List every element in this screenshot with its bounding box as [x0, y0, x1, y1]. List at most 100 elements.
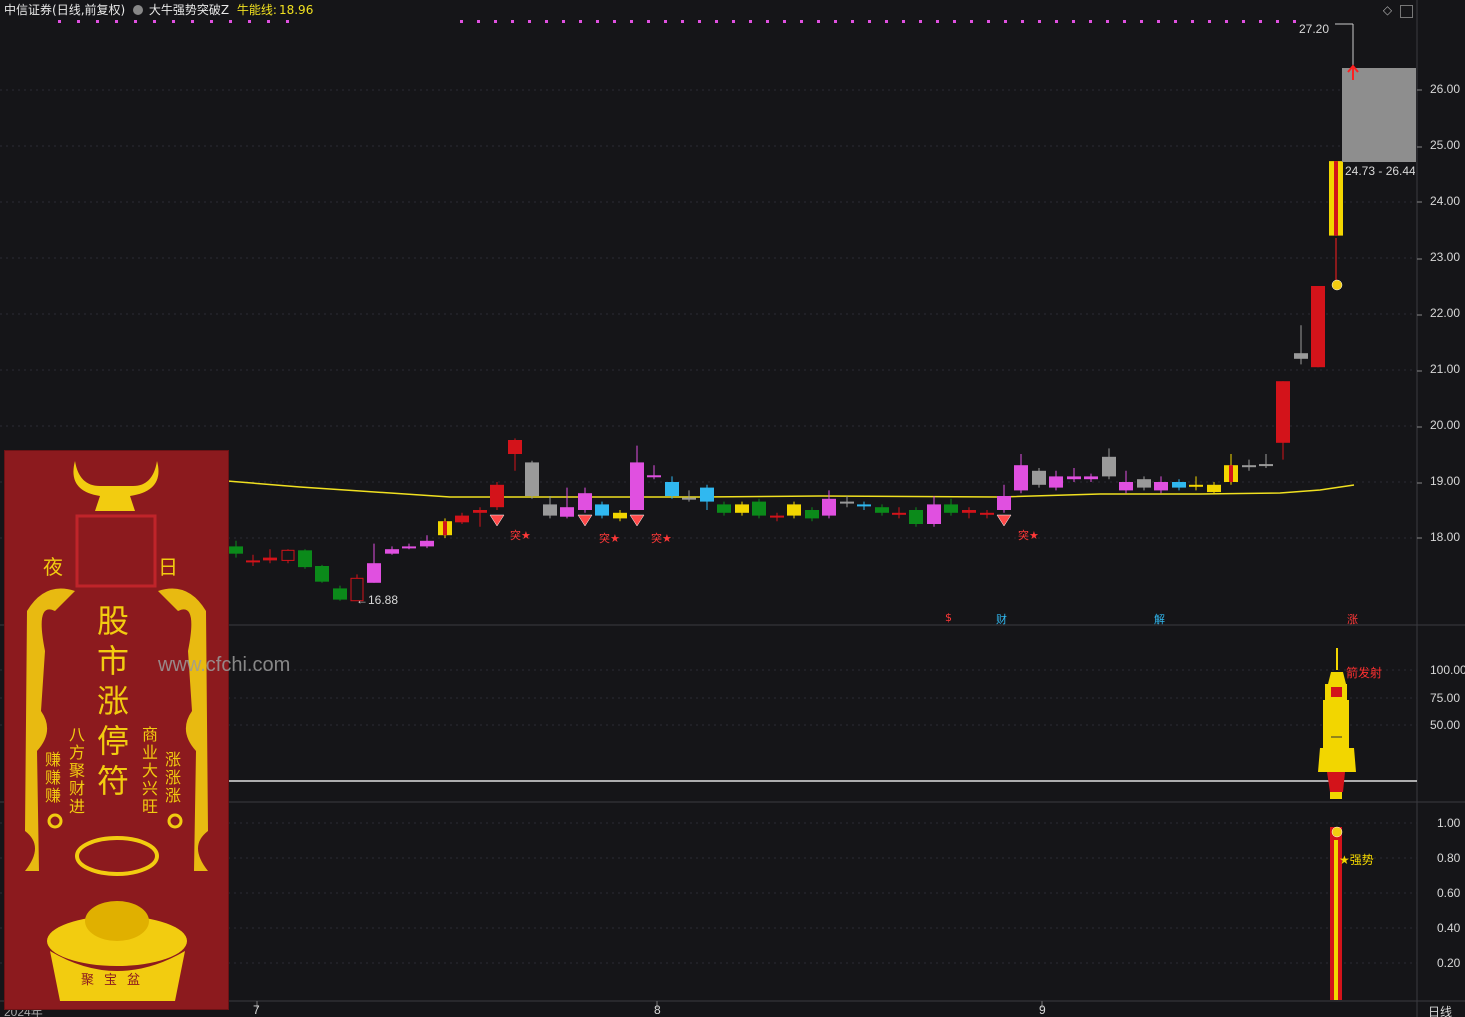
- strength-money-icon: [1331, 826, 1343, 838]
- candle-body: [1049, 476, 1063, 488]
- money-bag-icon: [1331, 279, 1343, 291]
- signal-dot: [1174, 20, 1177, 23]
- candle-body: [1259, 464, 1273, 467]
- candle-body: [263, 557, 277, 561]
- candle-body: [1311, 286, 1325, 368]
- watermark-text: www.cfchi.com: [158, 654, 291, 676]
- signal-dot: [267, 20, 270, 23]
- rocket-body: [1323, 700, 1349, 748]
- event-unlock[interactable]: 解: [1154, 611, 1165, 627]
- strength-tick-label: 0.80: [1437, 851, 1461, 865]
- rocket-nose: [1328, 672, 1346, 684]
- candle-body: [1242, 465, 1256, 468]
- signal-dot: [851, 20, 854, 23]
- candle-body: [1154, 482, 1168, 491]
- period-label[interactable]: (日线,前复权): [52, 3, 125, 17]
- signal-dot: [800, 20, 803, 23]
- candle-body: [315, 566, 329, 582]
- price-tick-label: 22.00: [1430, 306, 1461, 320]
- candle-body: [525, 462, 539, 496]
- signal-dot: [987, 20, 990, 23]
- candle-core: [1334, 161, 1338, 236]
- rocket-window: [1331, 687, 1342, 697]
- candle-body: [298, 550, 312, 568]
- signal-dot: [115, 20, 118, 23]
- indicator-name[interactable]: 大牛强势突破Z: [149, 3, 229, 17]
- candle-body: [997, 496, 1011, 510]
- event-dividend[interactable]: $: [945, 611, 952, 624]
- signal-dot: [664, 20, 667, 23]
- signal-dot: [545, 20, 548, 23]
- candle-body: [333, 588, 347, 600]
- breakout-label-3: 突★: [651, 532, 672, 545]
- price-tick-label: 25.00: [1430, 138, 1461, 152]
- rocket-tick-label: 75.00: [1430, 691, 1461, 705]
- signal-dot: [562, 20, 565, 23]
- candle-body: [560, 507, 574, 517]
- candle-body: [962, 510, 976, 513]
- header-bar: 中信证券(日线,前复权) 大牛强势突破Z 牛能线: 18.96: [0, 0, 1417, 20]
- signal-dot: [613, 20, 616, 23]
- signal-dot: [1293, 20, 1296, 23]
- candle-body: [1119, 482, 1133, 491]
- signal-dot: [902, 20, 905, 23]
- signal-dot: [919, 20, 922, 23]
- candle-body: [857, 504, 871, 507]
- signal-dot: [248, 20, 251, 23]
- signal-dot: [1157, 20, 1160, 23]
- candle-body: [1189, 484, 1203, 487]
- strong-label: ★强势: [1339, 853, 1374, 867]
- candle-body: [805, 510, 819, 519]
- price-tick-label: 19.00: [1430, 474, 1461, 488]
- event-finance[interactable]: 财: [996, 611, 1007, 627]
- candle-body: [473, 510, 487, 513]
- diamond-signal-icon: [577, 514, 593, 527]
- candle-body: [665, 482, 679, 496]
- target-zone: [1342, 68, 1416, 162]
- rocket-flame: [1327, 772, 1345, 792]
- signal-dot: [1276, 20, 1279, 23]
- signal-dot: [630, 20, 633, 23]
- signal-dot: [477, 20, 480, 23]
- signal-dot: [58, 20, 61, 23]
- ma-line-value: 18.96: [278, 3, 314, 17]
- candle-body: [1276, 381, 1290, 443]
- signal-dot: [1021, 20, 1024, 23]
- candle-body: [1294, 353, 1308, 359]
- candle-body: [909, 510, 923, 524]
- candle-body: [682, 497, 696, 500]
- lucky-charm-poster: 夜 日 股市涨停符 八方聚财进 赚赚赚 商业大兴旺 涨涨涨 聚宝盆: [4, 450, 229, 1010]
- rocket-tick-label: 50.00: [1430, 718, 1461, 732]
- signal-dot: [77, 20, 80, 23]
- poster-left-top: 夜: [43, 555, 63, 579]
- candle-body: [1137, 479, 1151, 488]
- indicator-toggle-icon[interactable]: [133, 5, 144, 15]
- period-switch[interactable]: 日线: [1428, 1003, 1452, 1017]
- security-name[interactable]: 中信证券: [4, 3, 52, 17]
- candle-body: [822, 498, 836, 516]
- signal-dot: [732, 20, 735, 23]
- price-tick-label: 18.00: [1430, 530, 1461, 544]
- candle-core: [1229, 465, 1233, 482]
- signal-dot: [1072, 20, 1075, 23]
- breakout-label-2: 突★: [599, 532, 620, 545]
- signal-dot: [172, 20, 175, 23]
- signal-dot: [817, 20, 820, 23]
- poster-bowl-text: 聚宝盆: [81, 973, 151, 988]
- poster-right-top: 日: [158, 555, 178, 579]
- diamond-icon[interactable]: ◇: [1382, 4, 1393, 16]
- event-limit-up[interactable]: 涨: [1347, 611, 1358, 627]
- window-toggle-icon[interactable]: [1400, 5, 1413, 18]
- ma-line-label: 牛能线:: [236, 3, 277, 17]
- candle-body: [1084, 476, 1098, 480]
- candle-body: [1032, 470, 1046, 485]
- candle-body: [787, 504, 801, 516]
- candle-body: [875, 507, 889, 513]
- signal-dot: [1055, 20, 1058, 23]
- candle-body: [455, 515, 469, 523]
- diamond-signal-icon: [996, 514, 1012, 527]
- rocket-exhaust: [1330, 792, 1342, 799]
- rocket-label: 箭发射: [1346, 666, 1383, 680]
- signal-dot: [783, 20, 786, 23]
- signal-dot: [596, 20, 599, 23]
